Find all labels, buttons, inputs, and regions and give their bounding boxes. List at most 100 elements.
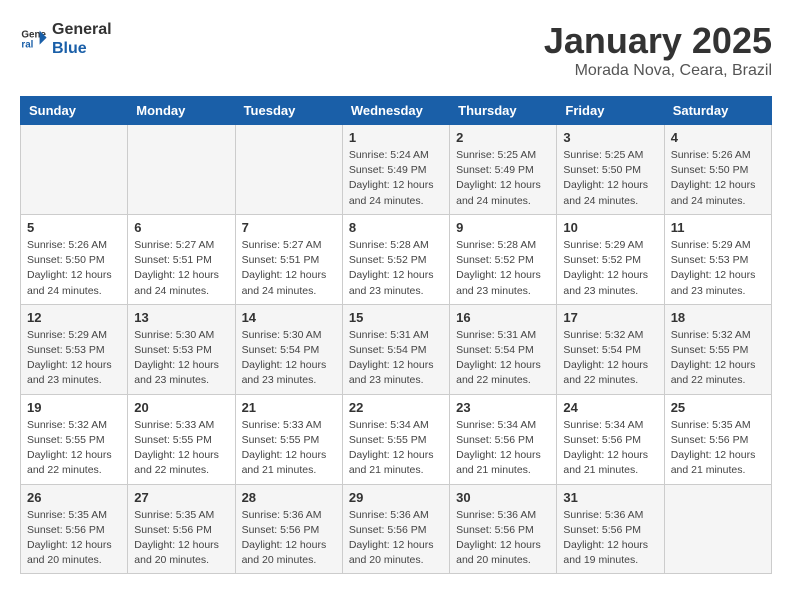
day-number: 17 <box>563 310 657 325</box>
header-day-wednesday: Wednesday <box>342 97 449 125</box>
day-info: Sunrise: 5:35 AM Sunset: 5:56 PM Dayligh… <box>27 508 121 569</box>
logo: Gene ral General Blue <box>20 20 112 58</box>
header-day-saturday: Saturday <box>664 97 771 125</box>
day-number: 7 <box>242 220 336 235</box>
calendar-cell: 29 Sunrise: 5:36 AM Sunset: 5:56 PM Dayli… <box>342 484 449 574</box>
day-number: 22 <box>349 400 443 415</box>
day-number: 1 <box>349 130 443 145</box>
day-info: Sunrise: 5:28 AM Sunset: 5:52 PM Dayligh… <box>456 238 550 299</box>
day-info: Sunrise: 5:31 AM Sunset: 5:54 PM Dayligh… <box>349 328 443 389</box>
day-number: 12 <box>27 310 121 325</box>
day-number: 8 <box>349 220 443 235</box>
day-number: 13 <box>134 310 228 325</box>
day-info: Sunrise: 5:36 AM Sunset: 5:56 PM Dayligh… <box>242 508 336 569</box>
day-info: Sunrise: 5:35 AM Sunset: 5:56 PM Dayligh… <box>134 508 228 569</box>
calendar-cell: 1 Sunrise: 5:24 AM Sunset: 5:49 PM Daylig… <box>342 125 449 215</box>
calendar-cell: 10Sunrise: 5:29 AM Sunset: 5:52 PM Dayli… <box>557 214 664 304</box>
calendar-body: 1 Sunrise: 5:24 AM Sunset: 5:49 PM Daylig… <box>21 125 772 574</box>
calendar-cell: 18 Sunrise: 5:32 AM Sunset: 5:55 PM Dayli… <box>664 304 771 394</box>
calendar-cell: 15 Sunrise: 5:31 AM Sunset: 5:54 PM Dayli… <box>342 304 449 394</box>
day-info: Sunrise: 5:24 AM Sunset: 5:49 PM Dayligh… <box>349 148 443 209</box>
day-info: Sunrise: 5:25 AM Sunset: 5:50 PM Dayligh… <box>563 148 657 209</box>
calendar-week-3: 12Sunrise: 5:29 AM Sunset: 5:53 PM Dayli… <box>21 304 772 394</box>
header-day-thursday: Thursday <box>450 97 557 125</box>
day-number: 5 <box>27 220 121 235</box>
day-info: Sunrise: 5:28 AM Sunset: 5:52 PM Dayligh… <box>349 238 443 299</box>
calendar-cell: 6 Sunrise: 5:27 AM Sunset: 5:51 PM Daylig… <box>128 214 235 304</box>
day-number: 18 <box>671 310 765 325</box>
day-number: 19 <box>27 400 121 415</box>
logo-line2: Blue <box>52 39 112 58</box>
day-number: 11 <box>671 220 765 235</box>
day-number: 6 <box>134 220 228 235</box>
day-number: 16 <box>456 310 550 325</box>
svg-text:ral: ral <box>21 40 33 51</box>
calendar-cell: 27 Sunrise: 5:35 AM Sunset: 5:56 PM Dayli… <box>128 484 235 574</box>
calendar-cell: 12Sunrise: 5:29 AM Sunset: 5:53 PM Dayli… <box>21 304 128 394</box>
day-info: Sunrise: 5:32 AM Sunset: 5:55 PM Dayligh… <box>671 328 765 389</box>
day-info: Sunrise: 5:36 AM Sunset: 5:56 PM Dayligh… <box>563 508 657 569</box>
calendar-cell <box>128 125 235 215</box>
calendar-cell: 22Sunrise: 5:34 AM Sunset: 5:55 PM Dayli… <box>342 394 449 484</box>
title-section: January 2025 Morada Nova, Ceara, Brazil <box>544 20 772 80</box>
calendar-cell: 17 Sunrise: 5:32 AM Sunset: 5:54 PM Dayli… <box>557 304 664 394</box>
calendar-week-1: 1 Sunrise: 5:24 AM Sunset: 5:49 PM Daylig… <box>21 125 772 215</box>
calendar-week-5: 26 Sunrise: 5:35 AM Sunset: 5:56 PM Dayli… <box>21 484 772 574</box>
header-day-monday: Monday <box>128 97 235 125</box>
calendar-cell: 30 Sunrise: 5:36 AM Sunset: 5:56 PM Dayli… <box>450 484 557 574</box>
day-number: 23 <box>456 400 550 415</box>
calendar-week-4: 19 Sunrise: 5:32 AM Sunset: 5:55 PM Dayli… <box>21 394 772 484</box>
day-info: Sunrise: 5:32 AM Sunset: 5:55 PM Dayligh… <box>27 418 121 479</box>
calendar-cell: 21 Sunrise: 5:33 AM Sunset: 5:55 PM Dayli… <box>235 394 342 484</box>
day-number: 31 <box>563 490 657 505</box>
calendar-header-row: SundayMondayTuesdayWednesdayThursdayFrid… <box>21 97 772 125</box>
day-number: 24 <box>563 400 657 415</box>
calendar-cell: 9Sunrise: 5:28 AM Sunset: 5:52 PM Daylig… <box>450 214 557 304</box>
calendar-subtitle: Morada Nova, Ceara, Brazil <box>544 62 772 80</box>
day-number: 27 <box>134 490 228 505</box>
day-info: Sunrise: 5:36 AM Sunset: 5:56 PM Dayligh… <box>349 508 443 569</box>
logo-icon: Gene ral <box>20 25 48 53</box>
day-info: Sunrise: 5:27 AM Sunset: 5:51 PM Dayligh… <box>134 238 228 299</box>
day-info: Sunrise: 5:31 AM Sunset: 5:54 PM Dayligh… <box>456 328 550 389</box>
calendar-cell <box>21 125 128 215</box>
calendar-cell: 26 Sunrise: 5:35 AM Sunset: 5:56 PM Dayli… <box>21 484 128 574</box>
day-info: Sunrise: 5:34 AM Sunset: 5:56 PM Dayligh… <box>456 418 550 479</box>
day-info: Sunrise: 5:27 AM Sunset: 5:51 PM Dayligh… <box>242 238 336 299</box>
day-number: 26 <box>27 490 121 505</box>
day-number: 29 <box>349 490 443 505</box>
calendar-cell: 11 Sunrise: 5:29 AM Sunset: 5:53 PM Dayli… <box>664 214 771 304</box>
header-day-tuesday: Tuesday <box>235 97 342 125</box>
day-info: Sunrise: 5:33 AM Sunset: 5:55 PM Dayligh… <box>242 418 336 479</box>
calendar-cell: 14Sunrise: 5:30 AM Sunset: 5:54 PM Dayli… <box>235 304 342 394</box>
calendar-cell <box>235 125 342 215</box>
calendar-cell: 31 Sunrise: 5:36 AM Sunset: 5:56 PM Dayli… <box>557 484 664 574</box>
day-info: Sunrise: 5:29 AM Sunset: 5:53 PM Dayligh… <box>671 238 765 299</box>
day-info: Sunrise: 5:30 AM Sunset: 5:54 PM Dayligh… <box>242 328 336 389</box>
day-info: Sunrise: 5:36 AM Sunset: 5:56 PM Dayligh… <box>456 508 550 569</box>
calendar-cell: 3Sunrise: 5:25 AM Sunset: 5:50 PM Daylig… <box>557 125 664 215</box>
calendar-cell: 25Sunrise: 5:35 AM Sunset: 5:56 PM Dayli… <box>664 394 771 484</box>
day-number: 21 <box>242 400 336 415</box>
calendar-cell: 8 Sunrise: 5:28 AM Sunset: 5:52 PM Daylig… <box>342 214 449 304</box>
calendar-cell: 23 Sunrise: 5:34 AM Sunset: 5:56 PM Dayli… <box>450 394 557 484</box>
day-info: Sunrise: 5:34 AM Sunset: 5:56 PM Dayligh… <box>563 418 657 479</box>
day-info: Sunrise: 5:32 AM Sunset: 5:54 PM Dayligh… <box>563 328 657 389</box>
calendar-cell: 19 Sunrise: 5:32 AM Sunset: 5:55 PM Dayli… <box>21 394 128 484</box>
day-number: 30 <box>456 490 550 505</box>
calendar-week-2: 5 Sunrise: 5:26 AM Sunset: 5:50 PM Daylig… <box>21 214 772 304</box>
calendar-cell <box>664 484 771 574</box>
day-info: Sunrise: 5:26 AM Sunset: 5:50 PM Dayligh… <box>27 238 121 299</box>
calendar-cell: 4Sunrise: 5:26 AM Sunset: 5:50 PM Daylig… <box>664 125 771 215</box>
day-number: 28 <box>242 490 336 505</box>
header-day-friday: Friday <box>557 97 664 125</box>
calendar-cell: 7 Sunrise: 5:27 AM Sunset: 5:51 PM Daylig… <box>235 214 342 304</box>
page-header: Gene ral General Blue January 2025 Morad… <box>20 20 772 80</box>
calendar-cell: 13Sunrise: 5:30 AM Sunset: 5:53 PM Dayli… <box>128 304 235 394</box>
day-info: Sunrise: 5:29 AM Sunset: 5:52 PM Dayligh… <box>563 238 657 299</box>
calendar-cell: 24 Sunrise: 5:34 AM Sunset: 5:56 PM Dayli… <box>557 394 664 484</box>
day-info: Sunrise: 5:25 AM Sunset: 5:49 PM Dayligh… <box>456 148 550 209</box>
day-number: 15 <box>349 310 443 325</box>
day-number: 2 <box>456 130 550 145</box>
day-number: 25 <box>671 400 765 415</box>
